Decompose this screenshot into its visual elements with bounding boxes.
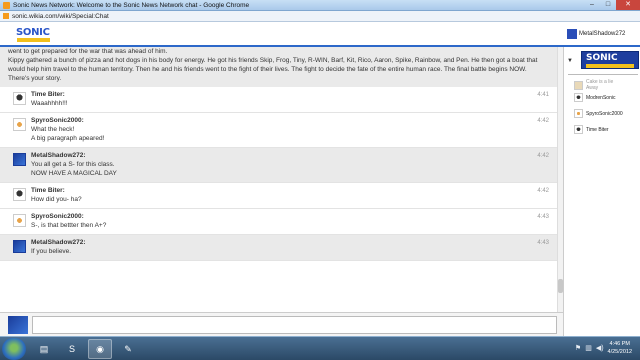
chrome-icon[interactable]: ◉	[88, 339, 112, 359]
current-user-avatar	[567, 29, 577, 39]
clock[interactable]: 4:46 PM 4/25/2012	[608, 340, 632, 356]
window-controls: – □ ✕	[584, 0, 640, 11]
chat-message: Time Biter: How did you- ha? 4:42	[0, 183, 557, 209]
message-text: Waaahhhh!!!	[31, 100, 68, 107]
story-line: Kippy gathered a bunch of pizza and hot …	[8, 57, 538, 64]
message-input[interactable]	[32, 316, 557, 334]
user-status: Away	[586, 85, 599, 91]
message-text: S-, is that bettter then A+?	[31, 222, 107, 229]
user-list-item[interactable]: Cake is a lie Away	[574, 79, 613, 91]
story-line: There's your story.	[8, 75, 62, 82]
message-time: 4:42	[537, 118, 549, 124]
avatar[interactable]	[13, 240, 26, 253]
message-time: 4:43	[537, 240, 549, 246]
pen-app-icon[interactable]: ✎	[116, 339, 140, 359]
sonic-logo[interactable]: SONIC	[16, 27, 50, 43]
message-text: NOW HAVE A MAGICAL DAY	[31, 170, 117, 177]
site-icon	[3, 13, 9, 19]
message-text: What the heck!	[31, 126, 75, 133]
minimize-button[interactable]: –	[584, 0, 600, 10]
chat-message: SpyroSonic2000: What the heck! A big par…	[0, 113, 557, 148]
clock-time: 4:46 PM	[609, 341, 630, 347]
user-list-sidebar: ▼ SONIC Cake is a lie Away ModrenSonic S…	[563, 47, 640, 336]
avatar	[574, 93, 583, 102]
message-text: How did you- ha?	[31, 196, 82, 203]
chat-message: MetalShadow272: You all get a S- for thi…	[0, 148, 557, 183]
close-button[interactable]: ✕	[616, 0, 640, 10]
volume-icon[interactable]: ◀)	[596, 344, 604, 352]
wiki-header: SONIC	[0, 23, 563, 47]
message-user[interactable]: MetalShadow272:	[31, 152, 549, 160]
chat-log[interactable]: went to get prepared for the war that wa…	[0, 47, 557, 312]
story-message: went to get prepared for the war that wa…	[0, 47, 557, 87]
user-list-item[interactable]: ModrenSonic	[574, 93, 615, 102]
collapse-arrow-icon[interactable]: ▼	[567, 58, 573, 64]
message-user[interactable]: SpyroSonic2000:	[31, 117, 549, 125]
message-text: If you believe.	[31, 248, 72, 255]
address-bar[interactable]: sonic.wikia.com/wiki/Special:Chat	[0, 11, 640, 22]
message-user[interactable]: MetalShadow272:	[31, 239, 549, 247]
window-titlebar: Sonic News Network: Welcome to the Sonic…	[0, 0, 640, 11]
user-name: SpyroSonic2000	[586, 110, 623, 117]
avatar[interactable]	[13, 118, 26, 131]
window-title: Sonic News Network: Welcome to the Sonic…	[13, 1, 250, 9]
message-user[interactable]: Time Biter:	[31, 187, 549, 195]
current-user-pill[interactable]: MetalShadow272	[563, 23, 640, 47]
avatar[interactable]	[13, 214, 26, 227]
banner-stripe	[586, 64, 634, 68]
message-time: 4:42	[537, 188, 549, 194]
skype-icon[interactable]: S	[60, 339, 84, 359]
flag-icon[interactable]: ⚑	[575, 344, 581, 352]
folder-icon[interactable]: ▤	[32, 339, 56, 359]
message-user[interactable]: SpyroSonic2000:	[31, 213, 549, 221]
logo-text: SONIC	[16, 27, 50, 38]
chat-message: SpyroSonic2000: S-, is that bettter then…	[0, 209, 557, 235]
chat-message: MetalShadow272: If you believe. 4:43	[0, 235, 557, 261]
message-text: A big paragraph apeared!	[31, 135, 105, 142]
message-time: 4:41	[537, 92, 549, 98]
divider	[568, 74, 638, 75]
network-icon[interactable]: ▥	[585, 344, 592, 352]
clock-date: 4/25/2012	[607, 349, 632, 355]
message-text: You all get a S- for this class.	[31, 161, 115, 168]
message-user[interactable]: Time Biter:	[31, 91, 549, 99]
system-tray: ⚑ ▥ ◀) 4:46 PM 4/25/2012	[575, 340, 632, 356]
avatar[interactable]	[13, 153, 26, 166]
user-name: Time Biter	[586, 126, 609, 133]
story-line: went to get prepared for the war that wa…	[8, 48, 168, 55]
avatar	[574, 80, 583, 90]
message-compose	[0, 312, 563, 336]
banner-text: SONIC	[586, 53, 618, 63]
user-list-item[interactable]: SpyroSonic2000	[574, 109, 623, 118]
room-banner[interactable]: SONIC	[581, 51, 639, 69]
avatar[interactable]	[13, 92, 26, 105]
self-avatar	[8, 316, 28, 334]
message-time: 4:43	[537, 214, 549, 220]
windows-taskbar: ▤ S ◉ ✎ ⚑ ▥ ◀) 4:46 PM 4/25/2012	[0, 336, 640, 360]
current-user-name: MetalShadow272	[579, 31, 626, 37]
chat-message: Time Biter: Waaahhhh!!! 4:41	[0, 87, 557, 113]
message-time: 4:42	[537, 153, 549, 159]
avatar	[574, 109, 583, 118]
story-line: would help him travel to the human terri…	[8, 66, 527, 73]
avatar[interactable]	[13, 188, 26, 201]
url-text[interactable]: sonic.wikia.com/wiki/Special:Chat	[12, 13, 109, 20]
user-name: ModrenSonic	[586, 94, 616, 101]
logo-stripe	[17, 38, 50, 42]
maximize-button[interactable]: □	[600, 0, 616, 10]
start-button[interactable]	[2, 338, 26, 360]
user-list-item[interactable]: Time Biter	[574, 125, 609, 134]
avatar	[574, 125, 583, 134]
favicon-icon	[3, 1, 10, 9]
